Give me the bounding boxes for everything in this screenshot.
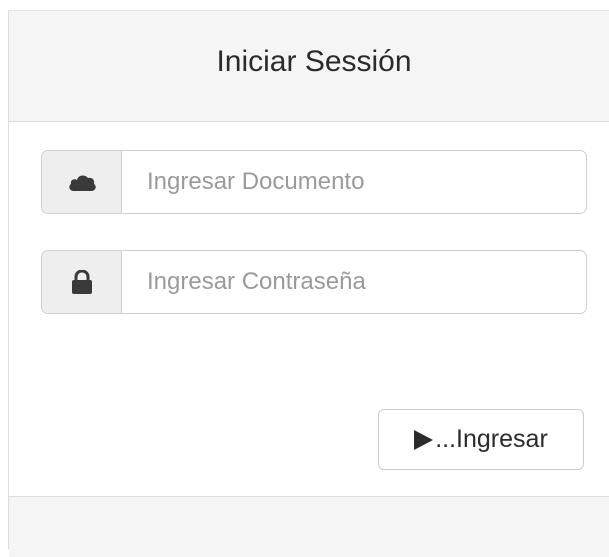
document-input[interactable]: [122, 151, 586, 213]
document-input-group: [41, 150, 587, 214]
play-icon: [414, 429, 434, 450]
password-input[interactable]: [122, 251, 586, 313]
lock-icon: [42, 251, 122, 313]
password-input-group: [41, 250, 587, 314]
login-button-label: ...Ingresar: [435, 425, 548, 453]
panel-heading: Iniciar Sessión: [9, 11, 609, 122]
cloud-icon: [42, 151, 122, 213]
login-button[interactable]: ...Ingresar: [378, 409, 584, 470]
login-panel: Iniciar Sessión ...Ingresar: [8, 10, 609, 557]
page-title: Iniciar Sessión: [216, 45, 412, 78]
